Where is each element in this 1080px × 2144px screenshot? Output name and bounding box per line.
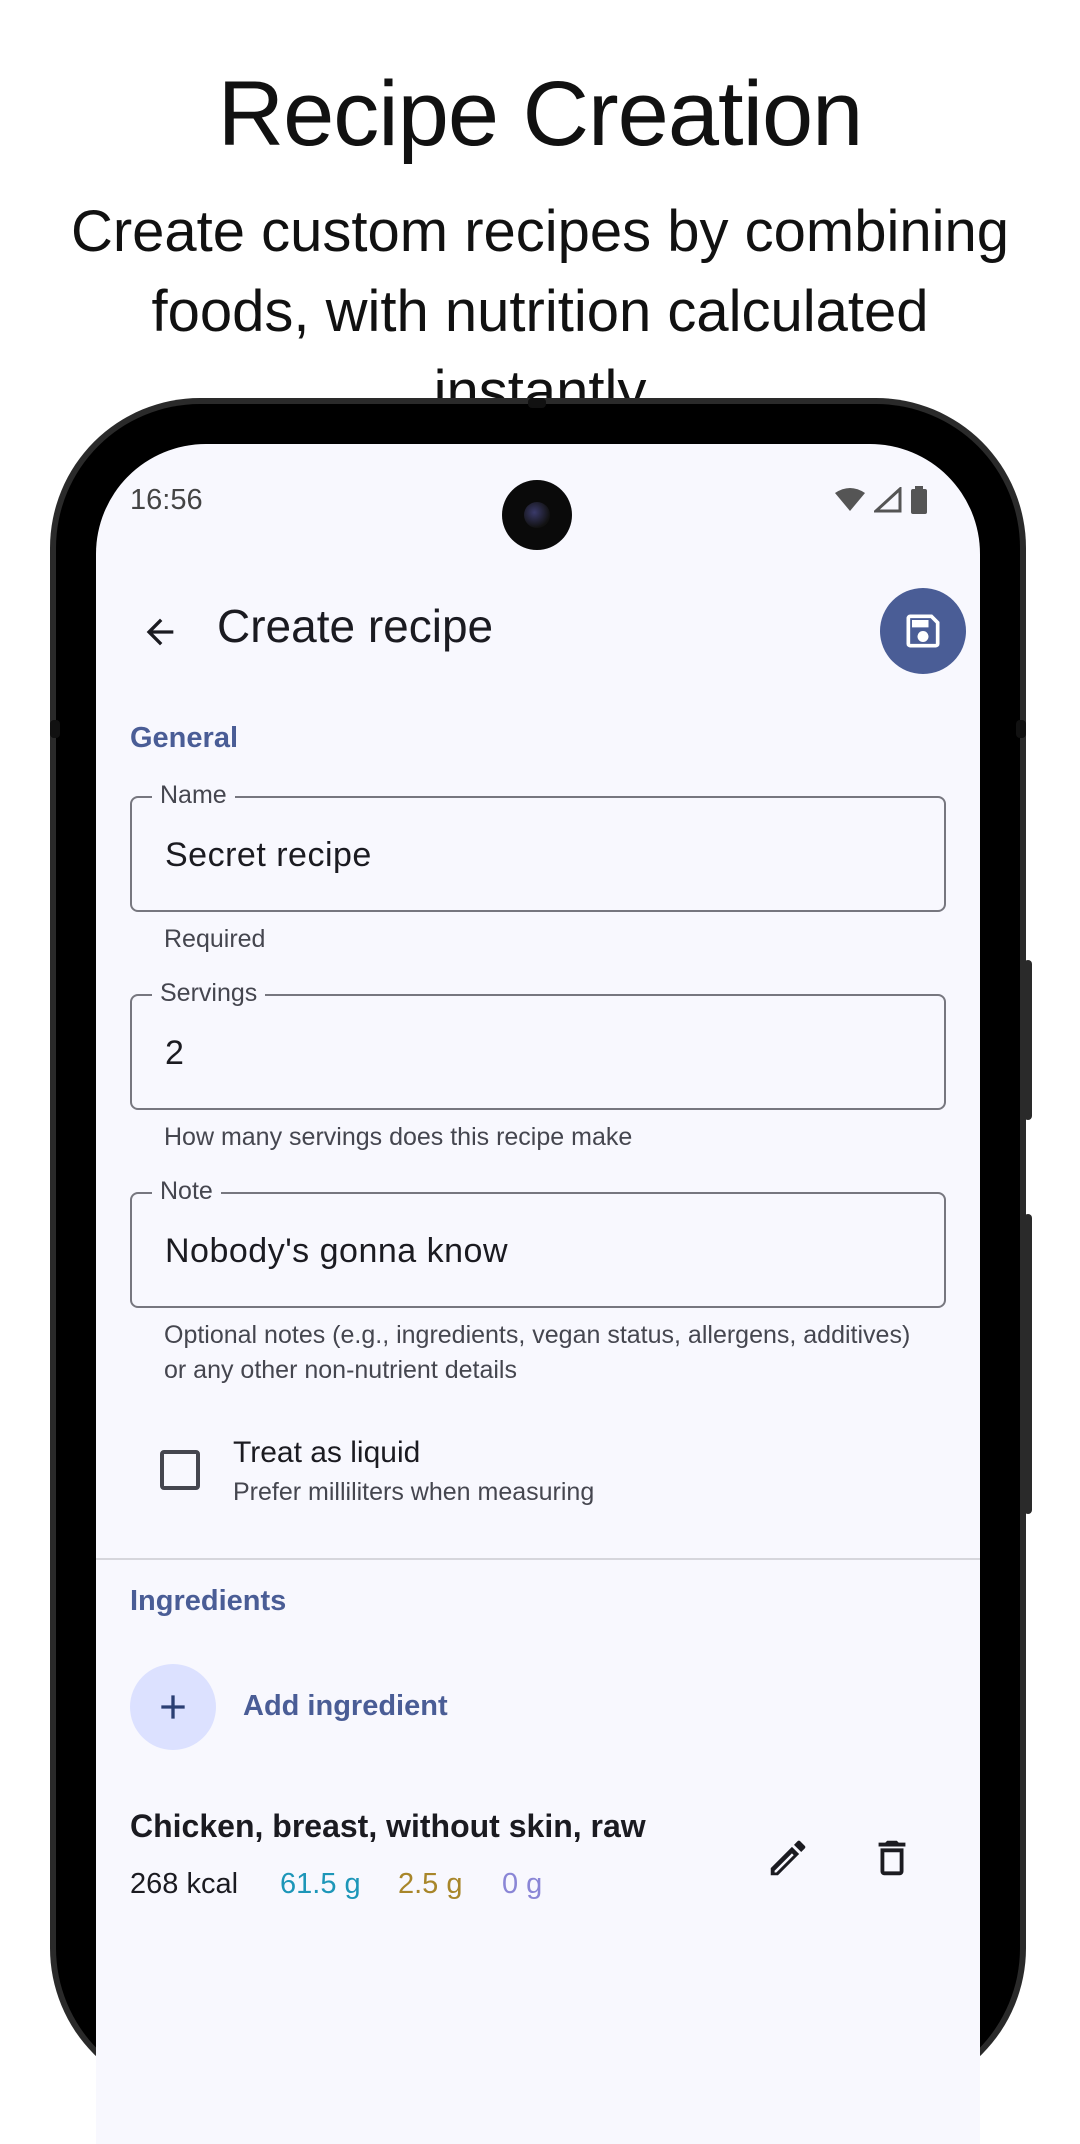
ingredient-carbs: 0 g bbox=[502, 1868, 543, 1900]
treat-as-liquid-subtitle: Prefer milliliters when measuring bbox=[233, 1478, 595, 1506]
battery-icon bbox=[911, 486, 927, 514]
phone-screen: 16:56 Create recipe General Name Secret … bbox=[96, 444, 980, 2144]
delete-ingredient-button[interactable] bbox=[862, 1828, 922, 1888]
phone-side-button bbox=[1024, 1214, 1032, 1514]
save-icon bbox=[906, 614, 940, 648]
section-divider bbox=[96, 1558, 980, 1560]
back-button[interactable] bbox=[132, 604, 188, 660]
plus-icon bbox=[161, 1695, 185, 1719]
status-icons bbox=[834, 486, 928, 514]
servings-field-value: 2 bbox=[165, 1034, 185, 1072]
ingredient-nutrition: 268 kcal 61.5 g 2.5 g 0 g bbox=[130, 1868, 542, 1901]
add-ingredient-label[interactable]: Add ingredient bbox=[243, 1690, 448, 1723]
page-title: Create recipe bbox=[217, 600, 494, 652]
ingredient-name: Chicken, breast, without skin, raw bbox=[130, 1808, 646, 1844]
name-field[interactable]: Name Secret recipe bbox=[130, 781, 946, 912]
wifi-icon bbox=[835, 488, 865, 511]
section-label-ingredients: Ingredients bbox=[130, 1585, 287, 1617]
phone-antenna-band bbox=[1016, 720, 1026, 738]
note-helper-text: Optional notes (e.g., ingredients, vegan… bbox=[164, 1321, 911, 1384]
trash-icon bbox=[878, 1840, 906, 1876]
section-label-general: General bbox=[130, 722, 238, 754]
name-field-value: Secret recipe bbox=[165, 836, 372, 874]
note-field-label: Note bbox=[152, 1177, 221, 1206]
phone-side-button bbox=[1024, 960, 1032, 1120]
ingredient-fat: 2.5 g bbox=[398, 1868, 463, 1900]
front-camera bbox=[502, 480, 572, 550]
ingredient-protein: 61.5 g bbox=[280, 1868, 361, 1900]
signal-icon bbox=[874, 487, 902, 513]
treat-as-liquid-checkbox[interactable] bbox=[160, 1450, 200, 1490]
arrow-back-icon bbox=[146, 618, 174, 646]
name-helper-text: Required bbox=[164, 925, 266, 953]
phone-antenna-band bbox=[50, 720, 60, 738]
note-field-value: Nobody's gonna know bbox=[165, 1232, 508, 1270]
save-button[interactable] bbox=[880, 588, 966, 674]
servings-field[interactable]: Servings 2 bbox=[130, 979, 946, 1110]
phone-antenna-band bbox=[528, 398, 546, 408]
edit-ingredient-button[interactable] bbox=[758, 1828, 818, 1888]
ingredient-kcal: 268 kcal bbox=[130, 1868, 239, 1900]
promo-title: Recipe Creation bbox=[217, 63, 864, 165]
status-time: 16:56 bbox=[130, 484, 203, 516]
pencil-icon bbox=[770, 1840, 806, 1876]
servings-helper-text: How many servings does this recipe make bbox=[164, 1123, 633, 1151]
name-field-label: Name bbox=[152, 781, 235, 810]
promo-subtitle: Create custom recipes by combining foods… bbox=[70, 199, 1010, 424]
note-field[interactable]: Note Nobody's gonna know bbox=[130, 1177, 946, 1308]
treat-as-liquid-title: Treat as liquid bbox=[233, 1436, 421, 1469]
add-ingredient-button[interactable] bbox=[130, 1664, 216, 1750]
servings-field-label: Servings bbox=[152, 979, 266, 1008]
